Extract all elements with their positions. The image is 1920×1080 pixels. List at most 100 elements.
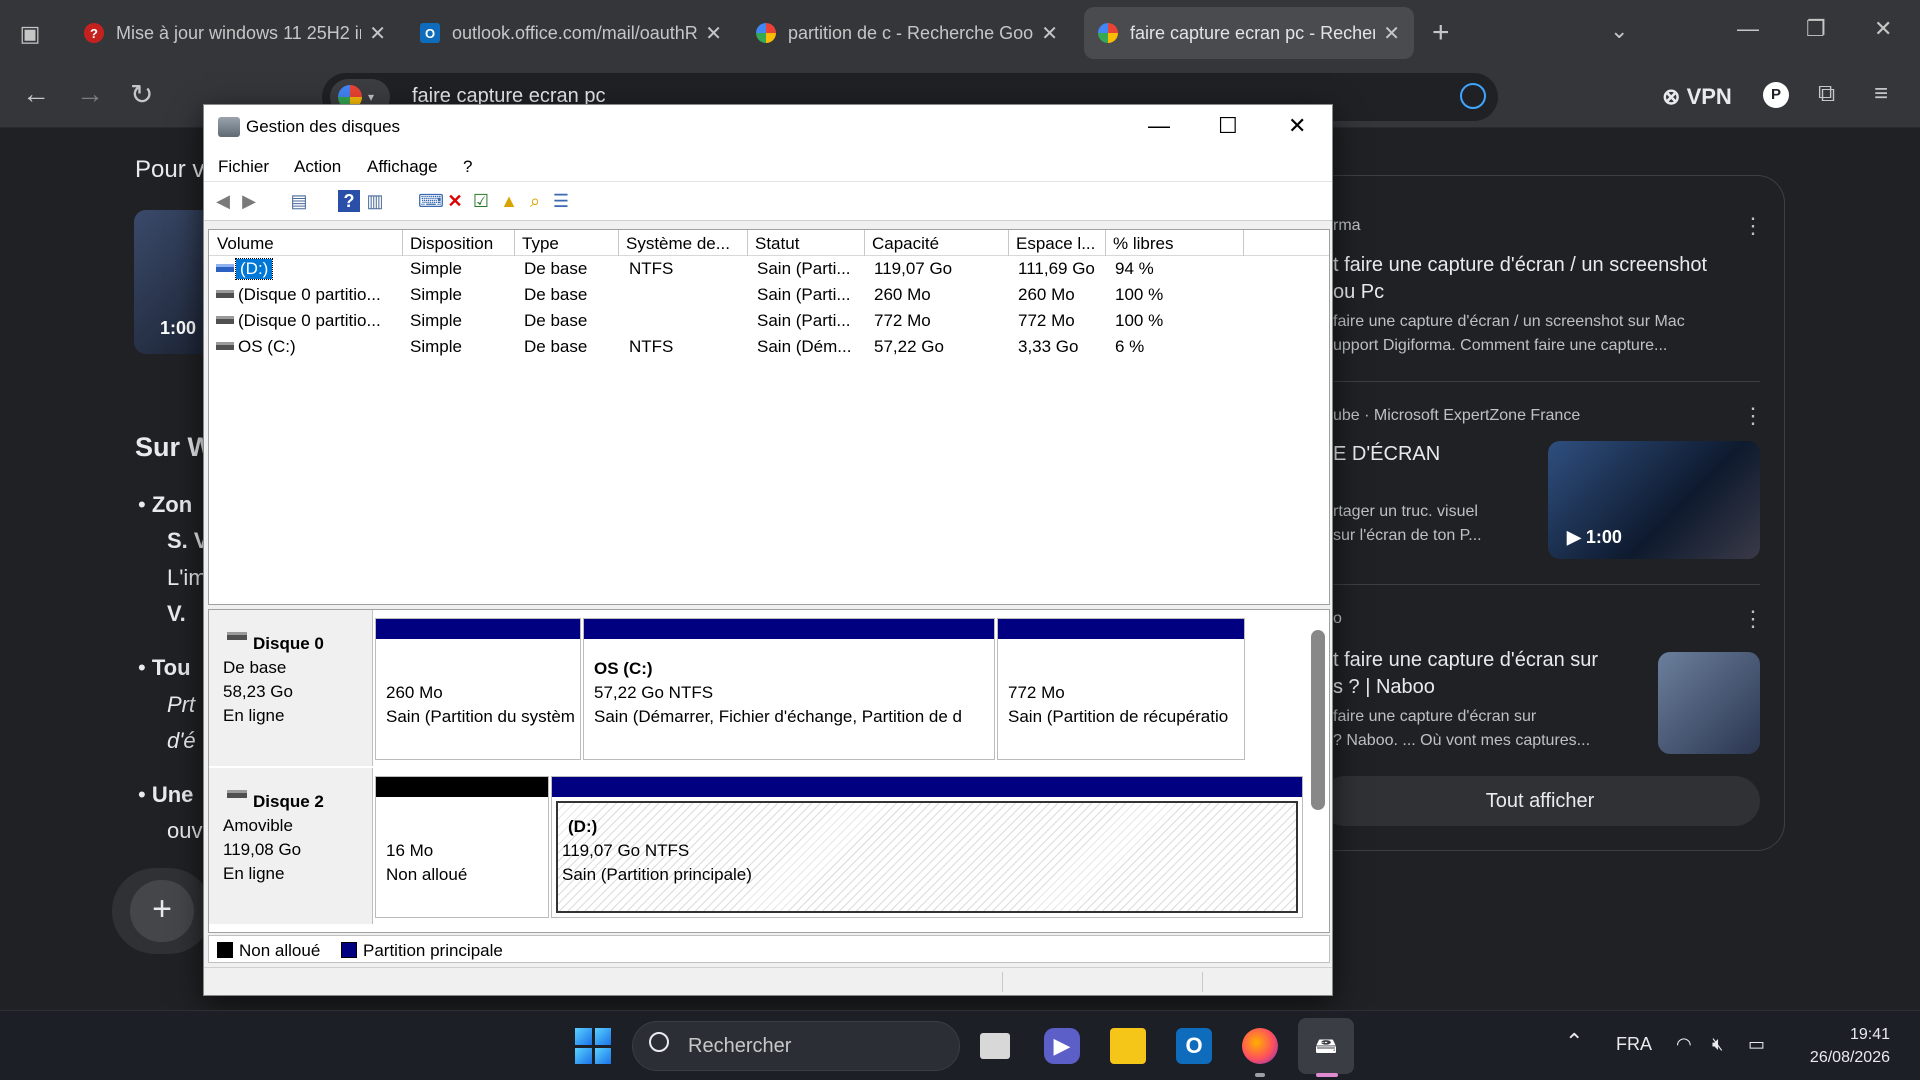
forward-arrow-icon[interactable]: ▶ [238,190,260,212]
restore-icon[interactable]: ❐ [1806,16,1826,42]
minimize-icon[interactable]: — [1737,16,1759,42]
profile-avatar[interactable]: P [1763,82,1789,108]
menu-fichier[interactable]: Fichier [218,157,269,177]
tab-outlook[interactable]: O outlook.office.com/mail/oauthR ✕ [406,7,736,59]
column-divider[interactable] [618,230,619,256]
partition-block[interactable]: (D:) 119,07 Go NTFS Sain (Partition prin… [551,776,1303,918]
volume-status: Sain (Dém... [757,337,852,356]
menu-help[interactable]: ? [463,157,472,177]
vpn-button[interactable]: ⊗ VPN [1662,84,1732,110]
more-options-icon[interactable]: ⋮ [1742,403,1764,429]
column-divider[interactable] [514,230,515,256]
close-icon[interactable]: ✕ [705,21,722,46]
more-options-icon[interactable]: ⋮ [1742,606,1764,632]
help-icon[interactable]: ? [338,190,360,212]
file-explorer-icon[interactable] [1110,1028,1146,1064]
tab-capture-search[interactable]: faire capture ecran pc - Recherc ✕ [1084,7,1414,59]
table-row[interactable]: (Disque 0 partitio... Simple De base Sai… [209,282,1329,308]
unallocated-block[interactable]: 16 Mo Non alloué [375,776,549,918]
chevron-down-icon[interactable]: ⌄ [1610,18,1628,44]
column-divider[interactable] [1105,230,1106,256]
result-title[interactable]: t faire une capture d'écran / un screens… [1333,252,1707,306]
delete-icon[interactable]: ✕ [444,190,466,212]
partition-size: 16 Mo [386,841,434,860]
column-header[interactable]: Système de... [626,234,730,254]
disk-label[interactable]: Disque 0 De base 58,23 Go En ligne [209,610,373,766]
column-header[interactable]: Capacité [872,234,939,254]
folder-up-icon[interactable]: ▲ [498,190,520,212]
maximize-icon[interactable]: ☐ [1218,113,1238,139]
scrollbar-thumb[interactable] [1311,630,1325,810]
chevron-up-icon[interactable]: ⌃ [1565,1029,1583,1055]
column-divider[interactable] [402,230,403,256]
properties-icon[interactable]: ▥ [364,190,386,212]
menu-affichage[interactable]: Affichage [367,157,438,177]
list-item-text: d'é [167,728,196,753]
tab-partition-search[interactable]: partition de c - Recherche Goog ✕ [742,7,1072,59]
windows-start-icon[interactable] [575,1028,611,1064]
close-icon[interactable]: ✕ [1288,113,1306,139]
table-row[interactable]: (D:) Simple De base NTFS Sain (Parti... … [209,256,1329,282]
taskbar-search[interactable]: Rechercher [632,1021,960,1071]
column-divider[interactable] [747,230,748,256]
wifi-icon[interactable]: ◠ [1676,1034,1692,1055]
battery-icon[interactable]: ▭ [1748,1034,1765,1055]
firefox-icon[interactable] [1242,1028,1278,1064]
forward-arrow-icon[interactable]: → [76,78,104,110]
show-all-button[interactable]: Tout afficher [1320,776,1760,826]
connect-icon[interactable]: ⌨ [418,190,444,212]
result-title[interactable]: E D'ÉCRAN [1333,441,1440,468]
disk-management-taskbar-icon[interactable]: 🖴 [1298,1018,1354,1074]
extensions-icon[interactable]: ⧉ [1818,80,1835,108]
partition-block[interactable]: 772 Mo Sain (Partition de récupératio [997,618,1245,760]
tab-manager-icon[interactable]: ▣ [14,18,46,50]
close-icon[interactable]: ✕ [369,21,386,46]
globe-icon[interactable] [1460,83,1486,109]
volume-free: 3,33 Go [1018,337,1079,356]
back-arrow-icon[interactable]: ← [22,78,50,110]
column-header[interactable]: Espace l... [1016,234,1095,254]
check-icon[interactable]: ☑ [470,190,492,212]
close-icon[interactable]: ✕ [1383,21,1400,46]
table-row[interactable]: OS (C:) Simple De base NTFS Sain (Dém...… [209,334,1329,360]
close-window-icon[interactable]: ✕ [1874,16,1892,42]
column-header[interactable]: Type [522,234,559,254]
speaker-muted-icon[interactable]: 🔇︎ [1712,1034,1723,1055]
partition-block[interactable]: 260 Mo Sain (Partition du systèm [375,618,581,760]
outlook-icon[interactable]: O [1176,1028,1212,1064]
result-thumbnail[interactable] [1658,652,1760,754]
table-row[interactable]: (Disque 0 partitio... Simple De base Sai… [209,308,1329,334]
new-tab-button[interactable]: + [1432,16,1450,50]
column-header[interactable]: Statut [755,234,799,254]
menu-action[interactable]: Action [294,157,341,177]
column-header[interactable]: % libres [1113,234,1173,254]
title-bar[interactable]: Gestion des disques — ☐ ✕ [204,105,1332,149]
result-title[interactable]: t faire une capture d'écran sur s ? | Nab… [1333,647,1598,701]
disk-label[interactable]: Disque 2 Amovible 119,08 Go En ligne [209,768,373,924]
more-options-icon[interactable]: ⋮ [1742,213,1764,239]
clock[interactable]: 19:41 26/08/2026 [1810,1023,1890,1069]
list-item: • Zon [138,492,193,517]
list-item-text: Prt [167,692,196,717]
minimize-icon[interactable]: — [1148,113,1170,139]
column-header[interactable]: Volume [217,234,274,254]
column-divider[interactable] [1243,230,1244,256]
close-icon[interactable]: ✕ [1041,21,1058,46]
task-view-icon[interactable] [980,1033,1010,1059]
console-tree-icon[interactable]: ▤ [288,190,310,212]
back-arrow-icon[interactable]: ◀ [212,190,234,212]
column-divider[interactable] [1008,230,1009,256]
column-divider[interactable] [864,230,865,256]
menu-icon[interactable]: ≡ [1874,80,1888,108]
search-folder-icon[interactable]: ⌕ [524,190,546,212]
add-button[interactable]: + [112,868,212,954]
teams-icon[interactable]: ▶ [1044,1028,1080,1064]
column-header[interactable]: Disposition [410,234,493,254]
list-view-icon[interactable]: ☰ [550,190,572,212]
input-language[interactable]: FRA [1616,1034,1652,1055]
reload-icon[interactable]: ↻ [130,78,153,111]
tab-windows-update[interactable]: ? Mise à jour windows 11 25H2 in ✕ [70,7,400,59]
outlook-icon: O [420,23,440,43]
partition-block[interactable]: OS (C:) 57,22 Go NTFS Sain (Démarrer, Fi… [583,618,995,760]
disk-graphical-view: Disque 0 De base 58,23 Go En ligne 260 M… [208,609,1330,933]
